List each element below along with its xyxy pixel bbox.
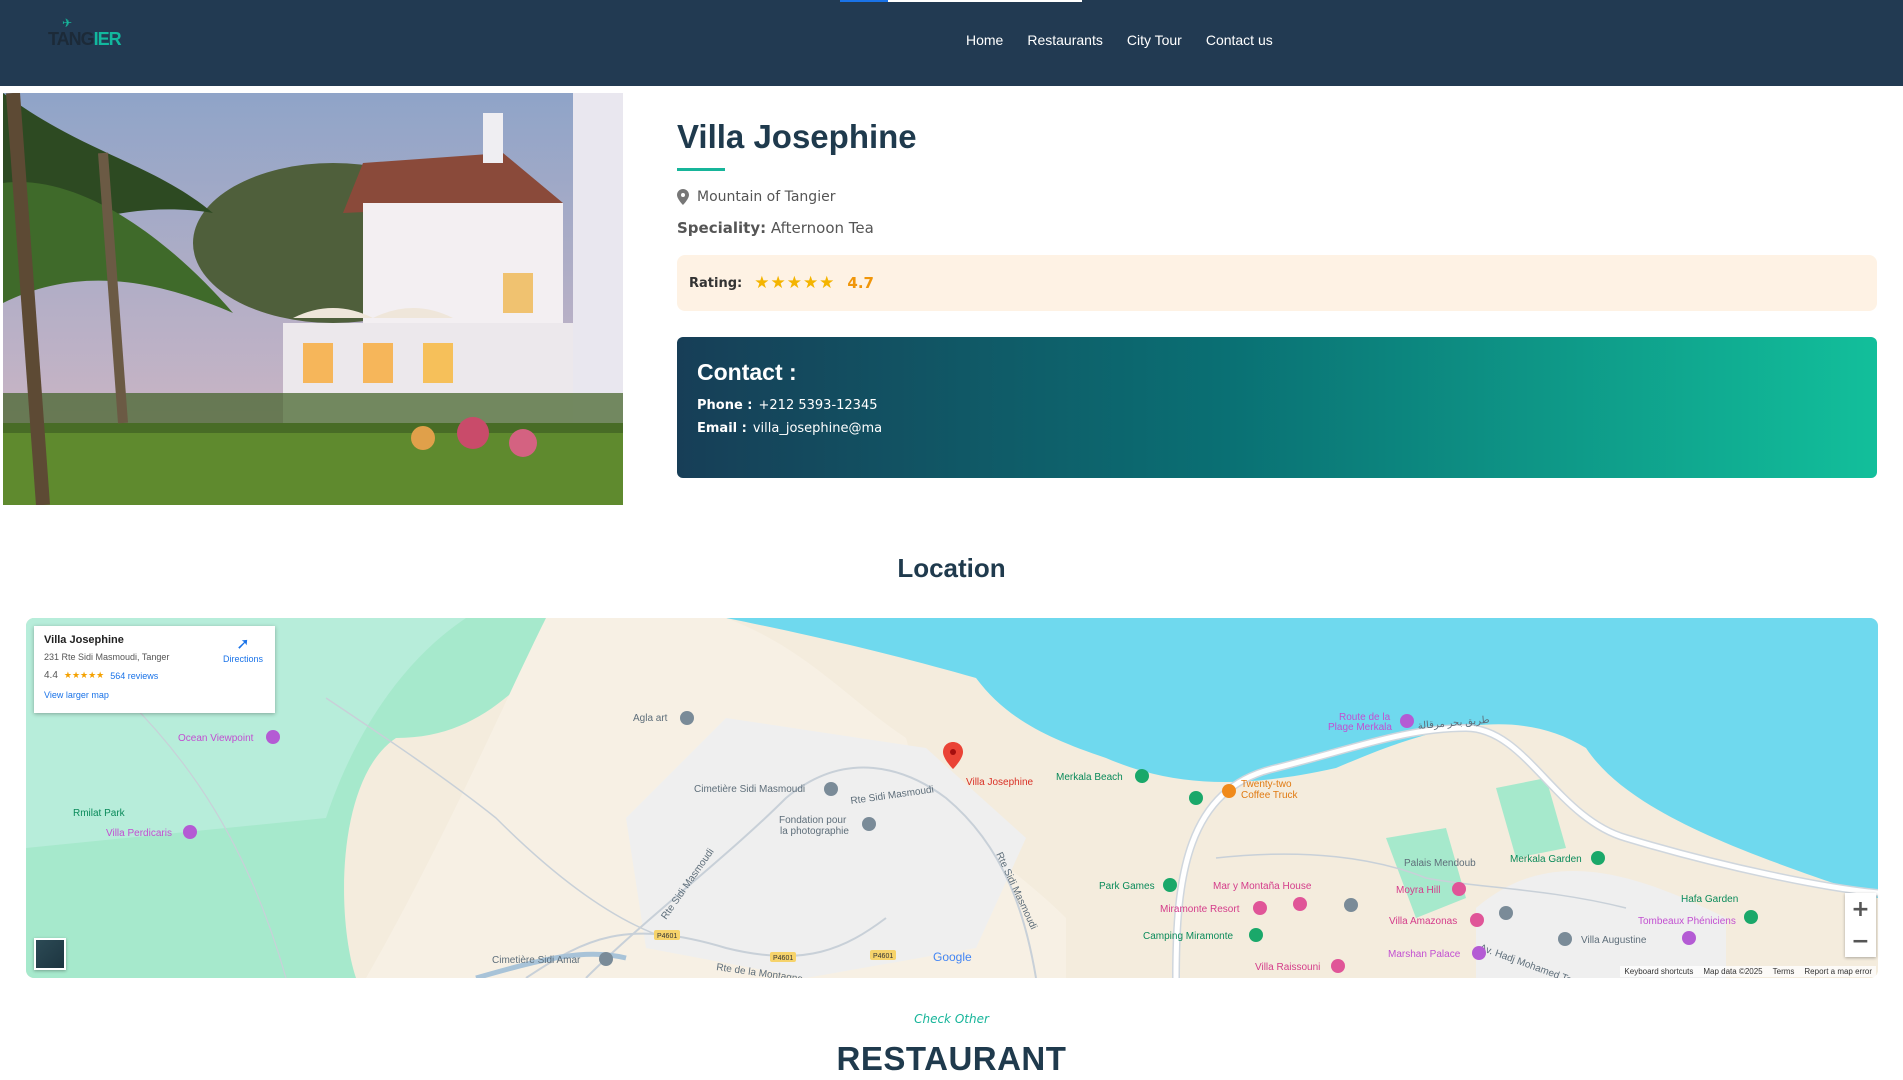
label-hafa-garden: Hafa Garden (1681, 894, 1738, 905)
nav-restaurants-link[interactable]: Restaurants (1027, 32, 1102, 48)
label-twenty-two-1: Twenty-two (1241, 779, 1292, 790)
contact-title: Contact : (697, 359, 797, 385)
label-merkala-beach: Merkala Beach (1056, 772, 1123, 783)
nav-city-tour-link[interactable]: City Tour (1127, 32, 1182, 48)
map-card-rating-row: 4.4 ★★★★★ 564 reviews (44, 670, 265, 681)
rating-stars: ★★★★★ (754, 273, 836, 293)
map-labels: Agla art Cimetière Sidi Masmoudi Fondati… (73, 711, 1758, 978)
rating-value: 4.7 (847, 274, 874, 292)
google-logo: Google (933, 950, 972, 964)
location-heading: Location (897, 553, 1006, 583)
label-ocean-viewpoint: Ocean Viewpoint (178, 733, 254, 744)
label-rmilat-park: Rmilat Park (73, 808, 126, 819)
email-value[interactable]: villa_josephine@ma (753, 421, 882, 436)
label-cimetiere-sidi-masmoudi: Cimetière Sidi Masmoudi (694, 784, 805, 795)
keyboard-shortcuts-link[interactable]: Keyboard shortcuts (1624, 967, 1693, 976)
label-rte-sidi-masmoudi: Rte Sidi Masmoudi (850, 784, 935, 807)
report-error-link[interactable]: Report a map error (1804, 967, 1872, 976)
label-villa-raissouni: Villa Raissouni (1255, 962, 1320, 973)
restaurant-name: Villa Josephine (677, 118, 917, 155)
map-place-card: Villa Josephine 231 Rte Sidi Masmoudi, T… (34, 626, 275, 713)
label-fondation-1: Fondation pour (779, 815, 847, 826)
road-shield-3: P4601 (873, 953, 893, 960)
road-shield-1: P4601 (657, 933, 677, 940)
main-menu: Home Restaurants City Tour Contact us (966, 32, 1273, 48)
map-card-stars: ★★★★★ (63, 670, 105, 680)
label-cimetiere-sidi-amar: Cimetière Sidi Amar (492, 955, 581, 966)
site-logo[interactable]: ✈ TANGIER (48, 16, 122, 50)
rating-label: Rating: (689, 275, 743, 291)
email-label: Email : (697, 421, 747, 436)
phone-value[interactable]: +212 5393-12345 (759, 398, 878, 413)
directions-button[interactable]: ➚ Directions (223, 634, 263, 664)
label-camping-miramonte: Camping Miramonte (1143, 931, 1233, 942)
directions-label: Directions (222, 654, 263, 664)
label-merkala-garden: Merkala Garden (1510, 854, 1582, 865)
label-twenty-two-2: Coffee Truck (1241, 790, 1299, 801)
speciality: Speciality: Afternoon Tea (677, 219, 1877, 237)
directions-icon: ➚ (236, 636, 250, 653)
label-mar-montana: Mar y Montaña House (1213, 881, 1312, 892)
map-attribution: Keyboard shortcuts Map data ©2025 Terms … (1620, 966, 1876, 977)
label-tombeaux: Tombeaux Phéniciens (1638, 916, 1736, 927)
restaurant-info: Villa Josephine Mountain of Tangier Spec… (677, 118, 1877, 478)
map-data-text: Map data ©2025 (1703, 967, 1763, 976)
label-miramonte-resort: Miramonte Resort (1160, 904, 1240, 915)
label-rte-sidi-masmoudi-3: Rte Sidi Masmoudi (659, 847, 716, 922)
label-rte-montagne: Rte de la Montagne (716, 962, 804, 978)
map-card-rating: 4.4 (44, 670, 58, 681)
label-palais-mendoub: Palais Mendoub (1404, 858, 1476, 869)
email-row: Email : villa_josephine@ma (697, 421, 1857, 436)
label-moyra-hill: Moyra Hill (1396, 885, 1440, 896)
location-text: Mountain of Tangier (697, 189, 836, 205)
zoom-in-button[interactable]: + (1845, 893, 1876, 925)
map-marker-icon[interactable] (943, 742, 963, 769)
check-other-kicker: Check Other (914, 1012, 989, 1026)
restaurant-photo (3, 93, 623, 505)
speciality-value: Afternoon Tea (770, 219, 874, 237)
speciality-label: Speciality: (677, 219, 767, 237)
terms-link[interactable]: Terms (1773, 967, 1795, 976)
nav-contact-link[interactable]: Contact us (1206, 32, 1273, 48)
label-villa-perdicaris: Villa Perdicaris (106, 828, 172, 839)
label-route-plage-2: Plage Merkala (1328, 722, 1392, 733)
label-arabic-road: طريق بحر مرقالة (1417, 715, 1490, 732)
phone-label: Phone : (697, 398, 753, 413)
contact-card: Contact : Phone : +212 5393-12345 Email … (677, 337, 1877, 478)
label-villa-augustine: Villa Augustine (1581, 935, 1647, 946)
restaurant-section-title: RESTAURANT (836, 1040, 1067, 1077)
map-card-reviews-link[interactable]: 564 reviews (110, 671, 158, 681)
label-park-games: Park Games (1099, 881, 1155, 892)
phone-row: Phone : +212 5393-12345 (697, 398, 1857, 413)
label-av-hadj: Av. Hadj Mohamed Torres (1478, 942, 1589, 978)
label-villa-amazonas: Villa Amazonas (1389, 916, 1457, 927)
title-underline (677, 168, 725, 171)
restaurant-location: Mountain of Tangier (677, 189, 1877, 205)
map-layer-toggle[interactable] (34, 938, 66, 970)
embedded-map[interactable]: Agla art Cimetière Sidi Masmoudi Fondati… (26, 618, 1878, 978)
page-progress-bar (840, 0, 1082, 2)
label-marshan-palace: Marshan Palace (1388, 949, 1461, 960)
label-rte-sidi-masmoudi-2: Rte Sidi Masmoudi (993, 851, 1038, 932)
airplane-icon: ✈ (62, 16, 73, 30)
map-pin-icon (677, 189, 689, 205)
top-navbar: ✈ TANGIER Home Restaurants City Tour Con… (0, 0, 1903, 86)
label-agla-art: Agla art (633, 713, 668, 724)
map-zoom-controls: + − (1845, 893, 1876, 957)
zoom-out-button[interactable]: − (1845, 925, 1876, 957)
nav-home-link[interactable]: Home (966, 32, 1003, 48)
road-shield-2: P4601 (773, 955, 793, 962)
view-larger-map-link[interactable]: View larger map (44, 690, 265, 700)
label-villa-josephine: Villa Josephine (966, 777, 1034, 788)
label-fondation-2: la photographie (780, 826, 849, 837)
rating-box: Rating: ★★★★★ 4.7 (677, 255, 1877, 311)
